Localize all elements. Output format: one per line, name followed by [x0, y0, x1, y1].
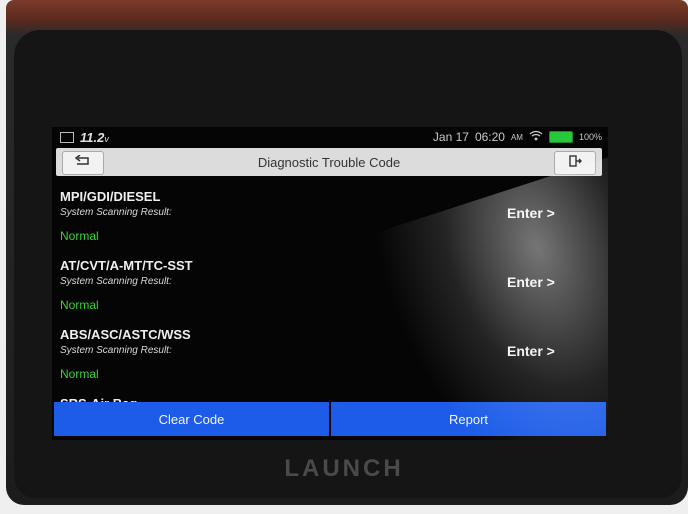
status-left: 11.2v — [60, 130, 109, 145]
system-name: ABS/ASC/ASTC/WSS — [60, 327, 191, 342]
enter-button[interactable]: Enter > — [507, 274, 555, 290]
device-brand-logo: LAUNCH — [284, 455, 404, 482]
status-right: Jan 17 06:20 AM 100% — [433, 130, 602, 144]
system-subtitle: System Scanning Result: — [60, 276, 172, 287]
device-screen: 11.2v Jan 17 06:20 AM 100% Diagnostic Tr… — [52, 127, 608, 440]
system-list: MPI/GDI/DIESEL System Scanning Result: N… — [52, 185, 608, 392]
clear-code-button[interactable]: Clear Code — [54, 402, 329, 436]
voltage-unit: v — [104, 134, 109, 144]
wifi-icon — [529, 130, 543, 144]
system-name: MPI/GDI/DIESEL — [60, 189, 161, 204]
system-name: AT/CVT/A-MT/TC-SST — [60, 258, 193, 273]
status-bar: 11.2v Jan 17 06:20 AM 100% — [52, 127, 608, 147]
system-subtitle: System Scanning Result: — [60, 207, 172, 218]
status-time: 06:20 — [474, 130, 505, 144]
bottom-action-bar: Clear Code Report — [54, 402, 606, 436]
list-item: ABS/ASC/ASTC/WSS System Scanning Result:… — [52, 323, 608, 392]
system-status: Normal — [60, 298, 99, 312]
voltage-value: 11.2 — [80, 130, 105, 145]
system-status: Normal — [60, 229, 99, 243]
list-item: AT/CVT/A-MT/TC-SST System Scanning Resul… — [52, 254, 608, 323]
status-date: Jan 17 — [432, 130, 469, 144]
system-subtitle: System Scanning Result: — [60, 345, 172, 356]
report-button[interactable]: Report — [331, 402, 606, 436]
battery-icon — [548, 131, 573, 143]
system-status: Normal — [60, 367, 99, 381]
enter-button[interactable]: Enter > — [507, 343, 555, 359]
title-bar: Diagnostic Trouble Code — [56, 148, 602, 176]
page-title: Diagnostic Trouble Code — [257, 155, 401, 170]
calendar-icon — [60, 132, 74, 143]
enter-button[interactable]: Enter > — [507, 205, 555, 221]
status-meridiem: AM — [510, 132, 523, 142]
list-item: MPI/GDI/DIESEL System Scanning Result: N… — [52, 185, 608, 254]
voltage-readout: 11.2v — [80, 130, 109, 145]
battery-percent: 100% — [578, 132, 602, 142]
exit-button[interactable] — [554, 151, 596, 175]
exit-icon — [568, 154, 582, 173]
